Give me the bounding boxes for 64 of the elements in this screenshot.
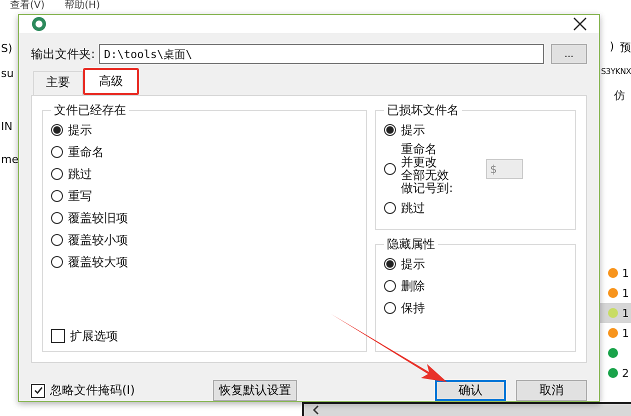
checkbox-label: 扩展选项 <box>70 328 118 344</box>
tab[interactable]: 主要 <box>33 71 83 95</box>
radio-button[interactable] <box>51 212 63 224</box>
radio-button[interactable] <box>51 146 63 158</box>
row-text: 1 <box>622 286 629 300</box>
list-text: IN <box>1 120 14 133</box>
checkbox[interactable] <box>51 329 65 343</box>
radio-button[interactable] <box>51 234 63 246</box>
row-text: 1 <box>622 306 629 320</box>
list-row[interactable]: 1 <box>600 283 631 303</box>
list-text: su <box>1 67 15 80</box>
radio-button[interactable] <box>384 280 396 292</box>
radio-button[interactable] <box>384 302 396 314</box>
column-header: ) <box>610 40 614 55</box>
column-header: 预 <box>620 40 631 55</box>
option-label: 覆盖较小项 <box>68 232 128 248</box>
list-text: 仿 <box>614 88 625 103</box>
option-label: 跳过 <box>68 166 92 182</box>
option-label: 跳过 <box>401 200 425 216</box>
scroll-left-icon[interactable] <box>312 405 320 415</box>
radio-button[interactable] <box>384 163 396 175</box>
dialog-button[interactable]: 确认 <box>435 380 506 401</box>
radio-button[interactable] <box>51 190 63 202</box>
option-label: 提示 <box>401 122 425 138</box>
checkbox-label: 忽略文件掩码(I) <box>50 382 135 399</box>
option-label: 保持 <box>401 300 425 316</box>
radio-button[interactable] <box>51 124 63 136</box>
close-icon[interactable] <box>573 17 587 31</box>
list-text: me <box>1 153 18 166</box>
browse-button[interactable]: ... <box>551 44 587 64</box>
option-label: 重命名 <box>68 144 104 160</box>
dialog-button[interactable]: 取消 <box>516 380 587 401</box>
input-field[interactable]: D:\tools\桌面\ <box>99 44 544 64</box>
list-text: S3YKNX <box>601 67 631 76</box>
radio-button[interactable] <box>384 258 396 270</box>
reset-button[interactable]: 恢复默认设置 <box>212 380 297 401</box>
list-row[interactable]: 1 <box>600 303 631 323</box>
row-text: 1 <box>622 266 629 280</box>
row-text: 1 <box>622 326 629 340</box>
radio-button[interactable] <box>384 124 396 136</box>
option-label: 重命名 并更改 全部无效 做记号到: <box>401 143 454 195</box>
list-row[interactable]: 2 <box>600 363 631 383</box>
field-label: 输出文件夹: <box>31 46 96 62</box>
option-label: 提示 <box>68 122 92 138</box>
option-label: 重写 <box>68 188 92 204</box>
menu-item[interactable]: 帮助(H) <box>64 0 100 12</box>
menu-item[interactable]: 查看(V) <box>10 0 45 12</box>
radio-button[interactable] <box>384 202 396 214</box>
option-label: 提示 <box>401 256 425 272</box>
list-row[interactable]: 1 <box>600 263 631 283</box>
option-label: 覆盖较大项 <box>68 254 128 270</box>
radio-button[interactable] <box>51 168 63 180</box>
checkbox[interactable] <box>31 384 45 398</box>
group-title: 文件已经存在 <box>53 102 127 119</box>
list-text: S) <box>1 42 14 55</box>
option-label: 覆盖较旧项 <box>68 210 128 226</box>
tab[interactable]: 高级 <box>83 68 139 95</box>
row-text: 2 <box>622 366 629 380</box>
option-label: 删除 <box>401 278 425 294</box>
check-icon <box>32 385 44 396</box>
radio-button[interactable] <box>51 256 63 268</box>
list-row[interactable]: 1 <box>600 323 631 343</box>
group-title: 隐藏属性 <box>386 236 436 253</box>
group-title: 已损坏文件名 <box>386 102 460 119</box>
